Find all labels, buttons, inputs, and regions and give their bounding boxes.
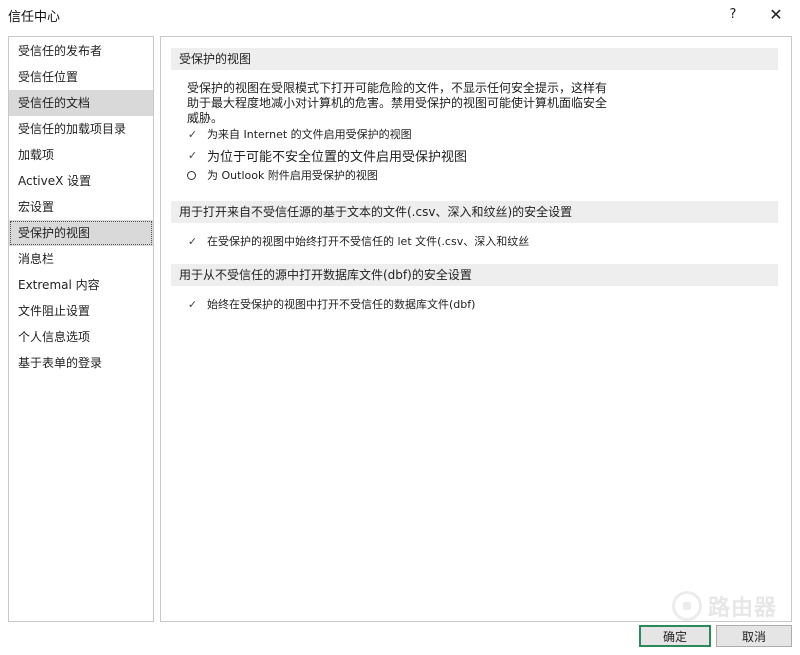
checkbox-checked-icon[interactable]: ✓ bbox=[187, 236, 198, 247]
sidebar-item-addins[interactable]: 加载项 bbox=[9, 142, 153, 168]
sidebar-item-trusted-locations[interactable]: 受信任位置 bbox=[9, 64, 153, 90]
sidebar-item-label: Extremal 内容 bbox=[18, 278, 100, 292]
sidebar-item-protected-view[interactable]: 受保护的视图 bbox=[9, 220, 153, 246]
sidebar-item-trusted-publishers[interactable]: 受信任的发布者 bbox=[9, 38, 153, 64]
section-header-text-files: 用于打开来自不受信任源的基于文本的文件(.csv、深入和纹丝)的安全设置 bbox=[171, 201, 778, 223]
option-text-files-protected[interactable]: ✓ 在受保护的视图中始终打开不受信任的 let 文件(.csv、深入和纹丝 bbox=[187, 232, 529, 250]
sidebar-item-privacy-options[interactable]: 个人信息选项 bbox=[9, 324, 153, 350]
sidebar-item-label: 文件阻止设置 bbox=[18, 304, 91, 318]
window-title: 信任中心 bbox=[8, 10, 61, 25]
sidebar-item-label: 加载项 bbox=[18, 148, 55, 162]
option-label: 在受保护的视图中始终打开不受信任的 let 文件(.csv、深入和纹丝 bbox=[207, 235, 530, 248]
sidebar-item-macro-settings[interactable]: 宏设置 bbox=[9, 194, 153, 220]
section-header-dbf-files: 用于从不受信任的源中打开数据库文件(dbf)的安全设置 bbox=[171, 264, 778, 286]
sidebar-item-label: 消息栏 bbox=[18, 252, 55, 266]
sidebar-item-trusted-documents[interactable]: 受信任的文档 bbox=[9, 90, 153, 116]
option-outlook-attachments[interactable]: 为 Outlook 附件启用受保护的视图 bbox=[187, 166, 378, 184]
sidebar-item-external-content[interactable]: Extremal 内容 bbox=[9, 272, 153, 298]
sidebar: 受信任的发布者 受信任位置 受信任的文档 受信任的加载项目录 加载项 Activ… bbox=[8, 36, 154, 622]
sidebar-item-label: 受信任的文档 bbox=[18, 96, 91, 110]
sidebar-item-label: 基于表单的登录 bbox=[18, 356, 103, 370]
option-dbf-files-protected[interactable]: ✓ 始终在受保护的视图中打开不受信任的数据库文件(dbf) bbox=[187, 295, 476, 313]
sidebar-item-label: 受信任位置 bbox=[18, 70, 79, 84]
sidebar-item-file-block-settings[interactable]: 文件阻止设置 bbox=[9, 298, 153, 324]
sidebar-list: 受信任的发布者 受信任位置 受信任的文档 受信任的加载项目录 加载项 Activ… bbox=[9, 37, 153, 376]
checkbox-checked-icon[interactable]: ✓ bbox=[187, 299, 198, 310]
router-logo-icon bbox=[672, 591, 702, 621]
ok-button[interactable]: 确定 bbox=[639, 625, 711, 647]
option-label: 为 Outlook 附件启用受保护的视图 bbox=[207, 169, 378, 182]
sidebar-item-label: ActiveX 设置 bbox=[18, 174, 92, 188]
watermark: 路由器 bbox=[672, 586, 782, 626]
sidebar-item-label: 受信任的加载项目录 bbox=[18, 122, 127, 136]
option-label: 为来自 Internet 的文件启用受保护的视图 bbox=[207, 128, 412, 141]
sidebar-item-form-based-signin[interactable]: 基于表单的登录 bbox=[9, 350, 153, 376]
sidebar-item-label: 宏设置 bbox=[18, 200, 55, 214]
radio-unchecked-icon[interactable] bbox=[187, 170, 196, 180]
option-label: 为位于可能不安全位置的文件启用受保护视图 bbox=[207, 149, 468, 165]
help-button[interactable]: ? bbox=[722, 4, 744, 26]
sidebar-item-label: 个人信息选项 bbox=[18, 330, 91, 344]
close-button[interactable]: ✕ bbox=[765, 4, 787, 26]
option-label: 始终在受保护的视图中打开不受信任的数据库文件(dbf) bbox=[207, 298, 476, 311]
settings-panel: 受保护的视图 受保护的视图在受限模式下打开可能危险的文件，不显示任何安全提示，这… bbox=[160, 36, 792, 622]
cancel-button[interactable]: 取消 bbox=[716, 625, 792, 647]
option-internet-files[interactable]: ✓ 为来自 Internet 的文件启用受保护的视图 bbox=[187, 125, 412, 143]
sidebar-item-label: 受信任的发布者 bbox=[18, 44, 103, 58]
protected-view-description: 受保护的视图在受限模式下打开可能危险的文件，不显示任何安全提示，这样有助于最大程… bbox=[187, 81, 608, 125]
checkbox-checked-icon[interactable]: ✓ bbox=[187, 129, 198, 140]
sidebar-item-label: 受保护的视图 bbox=[18, 226, 91, 240]
option-unsafe-locations[interactable]: ✓ 为位于可能不安全位置的文件启用受保护视图 bbox=[187, 146, 468, 165]
section-header-protected-view: 受保护的视图 bbox=[171, 48, 778, 70]
sidebar-item-activex-settings[interactable]: ActiveX 设置 bbox=[9, 168, 153, 194]
watermark-text: 路由器 bbox=[708, 596, 778, 621]
sidebar-item-message-bar[interactable]: 消息栏 bbox=[9, 246, 153, 272]
sidebar-item-trusted-addin-catalogs[interactable]: 受信任的加载项目录 bbox=[9, 116, 153, 142]
title-bar: 信任中心 ? ✕ bbox=[0, 0, 800, 30]
checkbox-checked-icon[interactable]: ✓ bbox=[187, 150, 198, 161]
